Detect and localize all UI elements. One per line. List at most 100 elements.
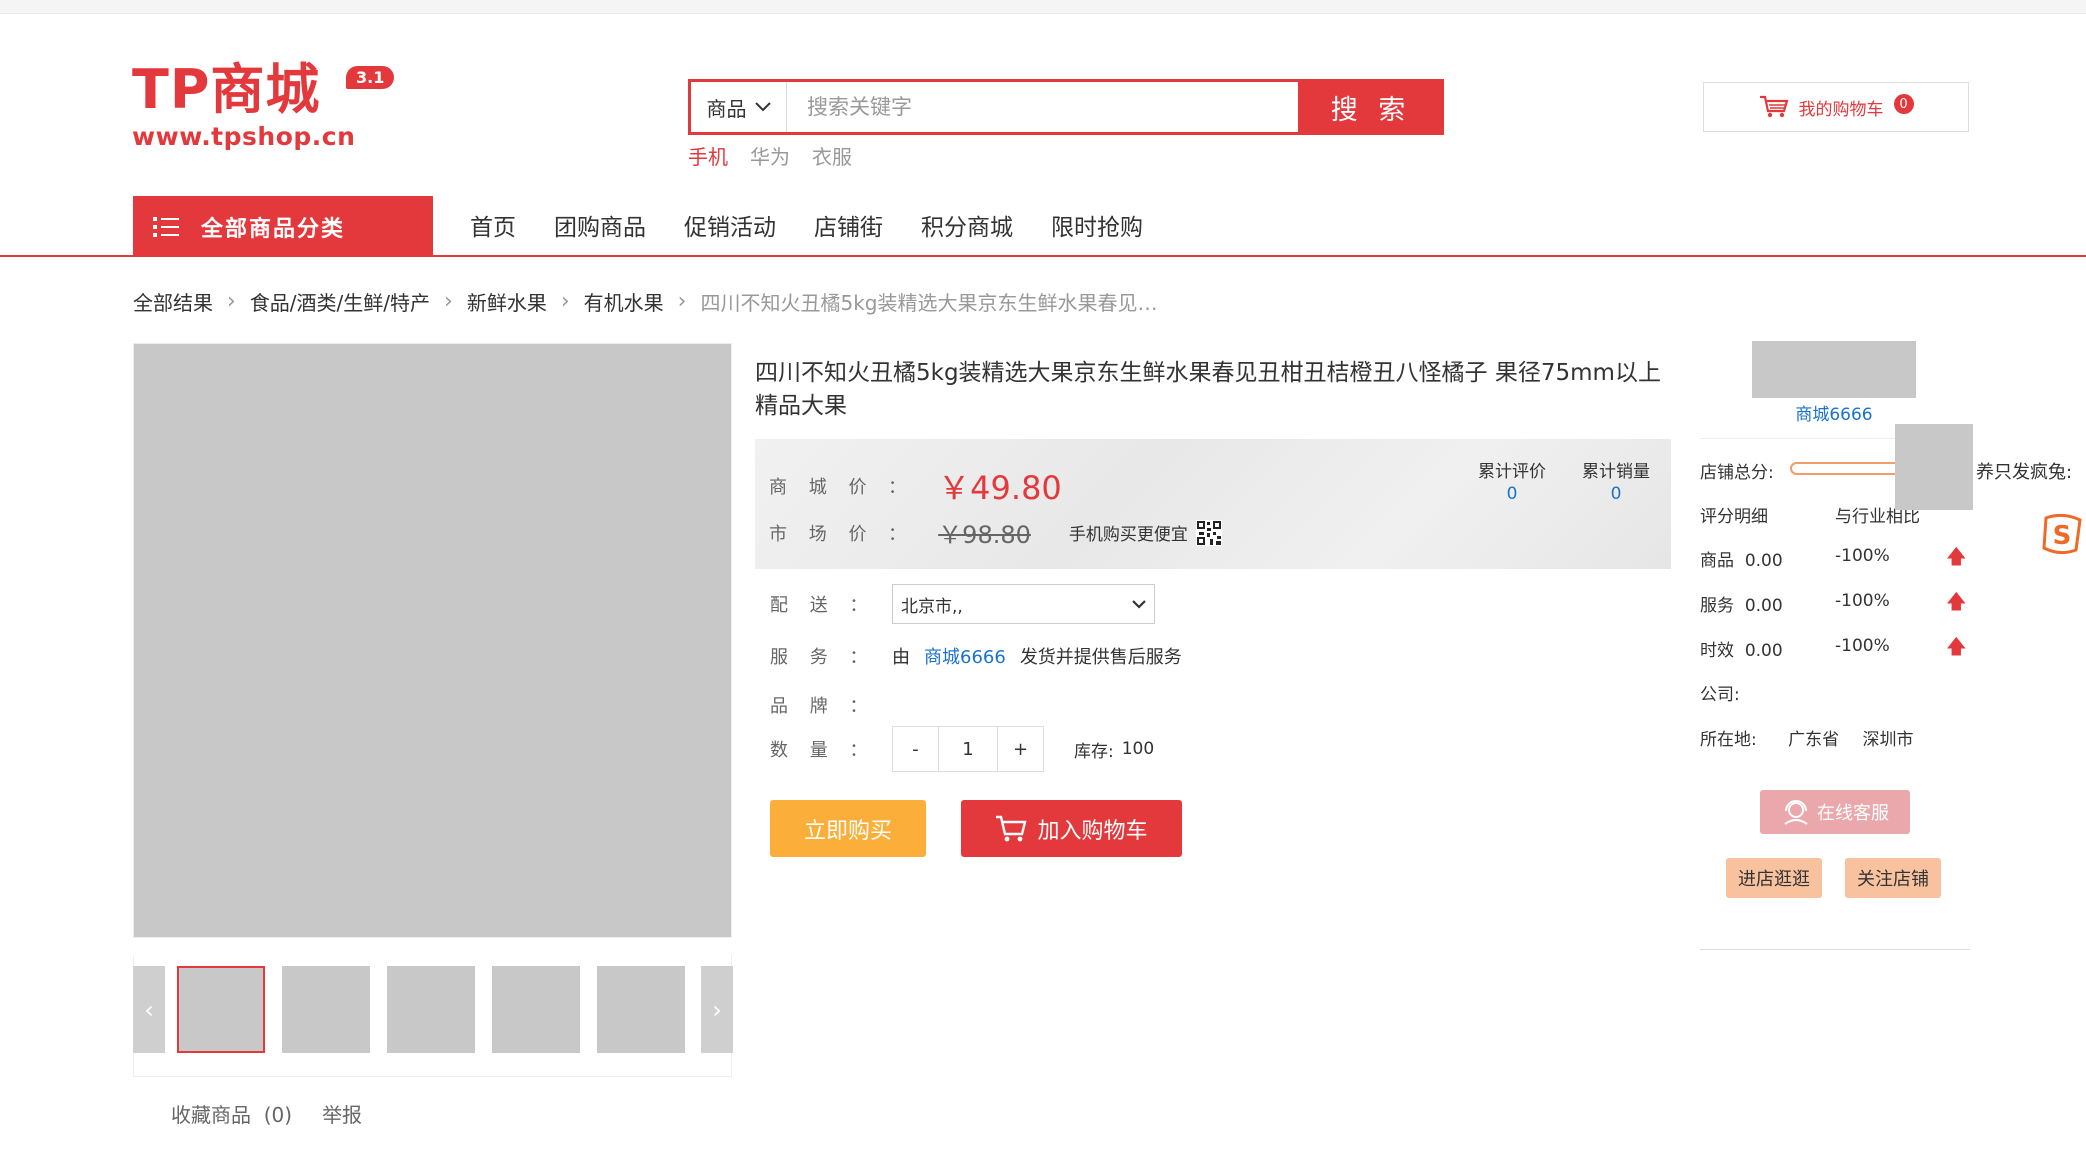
qr-code-icon[interactable] <box>1195 519 1222 546</box>
stock-value: 100 <box>1121 739 1155 759</box>
search-category-select[interactable]: 商品 <box>691 82 787 132</box>
thumbnail-next-button[interactable]: › <box>701 966 733 1053</box>
all-categories-label: 全部商品分类 <box>201 216 346 242</box>
chevron-down-icon <box>1132 599 1146 609</box>
nav-item-shop-street[interactable]: 店铺街 <box>814 208 883 242</box>
quantity-increase-button[interactable]: + <box>998 727 1043 771</box>
score-compare: -100% <box>1835 636 1890 656</box>
score-compare: -100% <box>1835 546 1890 566</box>
breadcrumb-item[interactable]: 食品/酒类/生鲜/特产 <box>250 287 430 316</box>
thumbnail-strip: ‹ › <box>133 966 733 1053</box>
collect-count: (0) <box>263 1103 293 1127</box>
score-value: 0.00 <box>1744 641 1783 661</box>
site-logo[interactable]: TP商城 3.1 www.tpshop.cn <box>132 60 395 151</box>
score-name: 时效 <box>1700 641 1734 661</box>
arrow-up-icon: 🡅 <box>1946 544 1967 568</box>
follow-shop-button[interactable]: 关注店铺 <box>1845 858 1941 898</box>
nav-item-group-buy[interactable]: 团购商品 <box>554 208 646 242</box>
nav-divider <box>0 255 2086 257</box>
nav-item-flash-sale[interactable]: 限时抢购 <box>1051 208 1143 242</box>
search-button[interactable]: 搜 索 <box>1298 79 1444 135</box>
online-service-label: 在线客服 <box>1817 803 1889 824</box>
breadcrumb-current: 四川不知火丑橘5kg装精选大果京东生鲜水果春见… <box>700 291 1158 315</box>
service-suffix: 发货并提供售后服务 <box>1019 647 1182 668</box>
score-detail-label: 评分明细 <box>1700 507 1768 527</box>
chevron-right-icon: › <box>444 289 453 314</box>
search-bar: 商品 搜 索 <box>688 79 1444 135</box>
location-label: 所在地: <box>1700 730 1757 750</box>
nav-item-points-mall[interactable]: 积分商城 <box>921 208 1013 242</box>
price-label: 商 城 价 ： <box>769 477 915 498</box>
nav-item-promotions[interactable]: 促销活动 <box>684 208 776 242</box>
arrow-up-icon: 🡅 <box>1946 634 1967 658</box>
delivery-label: 配 送 ： <box>770 595 876 616</box>
chevron-right-icon: › <box>560 289 570 314</box>
search-input[interactable] <box>787 82 1298 132</box>
score-row: 服务 0.00 <box>1700 591 1783 616</box>
shop-name-link[interactable]: 商城6666 <box>1752 400 1916 425</box>
collect-label: 收藏商品 <box>171 1103 251 1127</box>
chevron-left-icon: ‹ <box>144 995 154 1024</box>
quantity-input[interactable]: 1 <box>938 727 998 771</box>
nav-item-home[interactable]: 首页 <box>470 208 516 242</box>
price-panel: 商 城 价 ： ￥49.80 市 场 价 ： ￥98.80 手机购买更便宜 累计… <box>755 439 1671 569</box>
review-stat[interactable]: 累计评价 0 <box>1478 457 1546 504</box>
chevron-right-icon: › <box>227 289 236 314</box>
chevron-right-icon: › <box>712 995 722 1024</box>
thumbnail-prev-button[interactable]: ‹ <box>133 966 165 1053</box>
top-bar <box>0 0 2086 14</box>
buy-now-button[interactable]: 立即购买 <box>770 800 926 857</box>
online-service-button[interactable]: 在线客服 <box>1760 790 1910 834</box>
product-main-image[interactable] <box>133 343 732 938</box>
my-cart-button[interactable]: 我的购物车 0 <box>1703 82 1969 132</box>
service-shop-link[interactable]: 商城6666 <box>924 643 1006 669</box>
score-name: 服务 <box>1700 596 1734 616</box>
thumbnail-image[interactable] <box>282 966 370 1053</box>
quantity-label: 数 量 ： <box>770 740 876 761</box>
delivery-row: 配 送 ： 北京市,, <box>770 584 1155 624</box>
chevron-down-icon <box>754 102 771 112</box>
score-value: 0.00 <box>1744 596 1783 616</box>
collect-bar: 收藏商品 (0) 举报 <box>171 1099 362 1128</box>
company-label: 公司: <box>1700 685 1740 705</box>
add-to-cart-button[interactable]: 加入购物车 <box>961 800 1182 857</box>
hotword-link[interactable]: 手机 <box>688 141 728 170</box>
search-category-label: 商品 <box>706 96 747 121</box>
hotword-link[interactable]: 华为 <box>750 141 790 170</box>
quantity-stepper: - 1 + <box>892 726 1044 772</box>
divider <box>1700 949 1970 950</box>
sogou-icon: S <box>2042 513 2082 555</box>
logo-url: www.tpshop.cn <box>132 122 356 151</box>
mobile-cheaper-label: 手机购买更便宜 <box>1068 525 1188 545</box>
sales-label: 累计销量 <box>1582 462 1650 482</box>
visit-shop-button[interactable]: 进店逛逛 <box>1726 858 1822 898</box>
delivery-region-select[interactable]: 北京市,, <box>892 584 1155 624</box>
sales-count: 0 <box>1610 484 1622 504</box>
service-row: 服 务 ： 由 商城6666 发货并提供售后服务 <box>770 643 1182 669</box>
collect-product-link[interactable]: 收藏商品 (0) <box>171 1099 292 1128</box>
market-price-value: ￥98.80 <box>938 521 1031 549</box>
location-province: 广东省 <box>1788 730 1840 750</box>
score-name: 商品 <box>1700 551 1734 571</box>
thumbnail-image[interactable] <box>597 966 685 1053</box>
breadcrumb-item[interactable]: 全部结果 <box>133 287 213 316</box>
svg-text:S: S <box>2053 521 2072 551</box>
shop-logo-image[interactable] <box>1752 341 1916 398</box>
all-categories-menu[interactable]: 全部商品分类 <box>133 196 433 257</box>
add-to-cart-label: 加入购物车 <box>1037 818 1148 844</box>
quantity-decrease-button[interactable]: - <box>893 727 938 771</box>
hotword-link[interactable]: 衣服 <box>812 141 852 170</box>
ime-toolbar-icon[interactable]: S <box>2040 512 2086 556</box>
stock-label: 库存: <box>1074 741 1114 762</box>
thumbnail-image[interactable] <box>492 966 580 1053</box>
product-title: 四川不知火丑橘5kg装精选大果京东生鲜水果春见丑柑丑桔橙丑八怪橘子 果径75mm… <box>755 360 1661 419</box>
location-row: 所在地: 广东省 深圳市 <box>1700 725 1914 750</box>
breadcrumb-item[interactable]: 新鲜水果 <box>467 287 547 316</box>
report-link[interactable]: 举报 <box>322 1099 362 1128</box>
thumbnail-image[interactable] <box>387 966 475 1053</box>
delivery-region-value: 北京市,, <box>901 596 963 617</box>
thumbnail-image[interactable] <box>177 966 265 1053</box>
market-price-label: 市 场 价 ： <box>769 523 915 545</box>
breadcrumb-item[interactable]: 有机水果 <box>584 287 664 316</box>
list-icon <box>153 216 179 237</box>
